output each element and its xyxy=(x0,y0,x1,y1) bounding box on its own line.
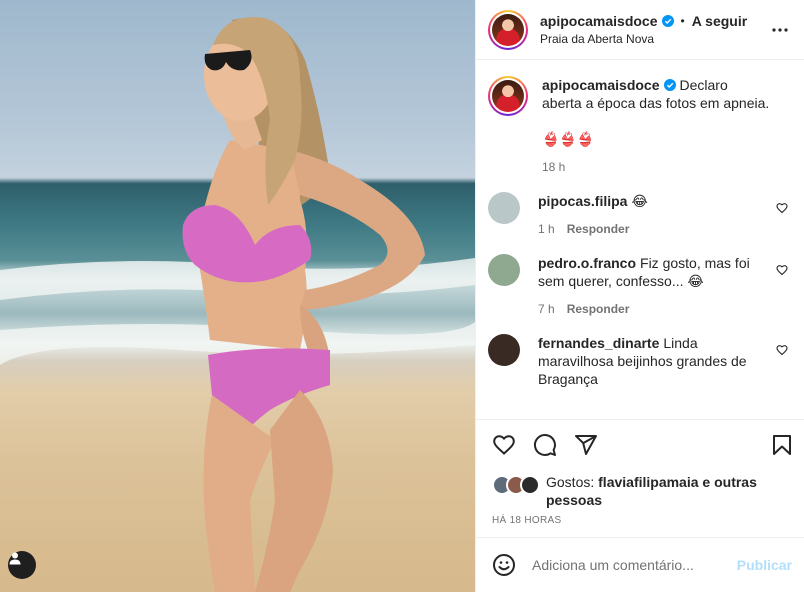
comment-like-heart-icon[interactable] xyxy=(776,264,788,276)
more-horizontal-icon xyxy=(772,28,788,32)
likers-avatars[interactable] xyxy=(492,475,546,495)
commenter-username[interactable]: pedro.o.franco xyxy=(538,255,636,271)
reply-button[interactable]: Responder xyxy=(567,300,630,318)
comment-time[interactable]: 1 h xyxy=(538,220,555,238)
header-separator: • xyxy=(680,13,685,28)
user-tag-icon xyxy=(9,552,21,565)
heart-icon[interactable] xyxy=(492,433,516,457)
commenter-avatar[interactable] xyxy=(488,192,520,224)
comment-body: fernandes_dinarte Linda maravilhosa beiji… xyxy=(538,334,788,388)
likes-text: Gostos: flaviafilipamaia e outras pessoa… xyxy=(546,473,788,509)
caption-avatar-image xyxy=(492,80,524,112)
caption-avatar-border xyxy=(490,78,526,114)
liker-avatar xyxy=(520,475,540,495)
verified-badge-icon xyxy=(663,79,676,91)
caption-time[interactable]: 18 h xyxy=(542,158,565,176)
comment-input[interactable] xyxy=(532,557,737,573)
caption-avatar[interactable] xyxy=(488,76,528,176)
add-comment-bar: Publicar xyxy=(476,537,804,592)
commenter-avatar[interactable] xyxy=(488,254,520,286)
post-photo[interactable] xyxy=(0,0,475,592)
comment-time[interactable]: 7 h xyxy=(538,300,555,318)
commenter-avatar[interactable] xyxy=(488,334,520,366)
comment-item: fernandes_dinarte Linda maravilhosa beiji… xyxy=(488,334,788,388)
reply-button[interactable]: Responder xyxy=(567,220,630,238)
comment-body: pedro.o.franco Fiz gosto, mas foi sem que… xyxy=(538,254,788,318)
author-avatar[interactable] xyxy=(488,9,528,50)
post-side-panel: apipocamaisdoce • A seguir Praia da Aber… xyxy=(475,0,804,592)
comment-meta: 1 h Responder xyxy=(538,220,770,238)
post-header: apipocamaisdoce • A seguir Praia da Aber… xyxy=(476,0,804,60)
more-options-button[interactable] xyxy=(768,18,792,42)
caption-body: apipocamaisdoce Declaro aberta a época da… xyxy=(542,76,788,176)
comment-meta: 7 h Responder xyxy=(538,300,770,318)
user-tag-button[interactable] xyxy=(8,551,36,579)
comment-like-heart-icon[interactable] xyxy=(776,344,788,356)
post-location[interactable]: Praia da Aberta Nova xyxy=(540,30,747,48)
post-timestamp[interactable]: HÁ 18 HORAS xyxy=(476,509,804,537)
caption-avatar-ring xyxy=(488,76,528,116)
comment-like-heart-icon[interactable] xyxy=(776,202,788,214)
caption-meta: 18 h xyxy=(542,158,770,176)
comment-text: 😂 xyxy=(631,193,648,209)
likes-summary: Gostos: flaviafilipamaia e outras pessoa… xyxy=(476,469,804,509)
beach-photo-illustration xyxy=(0,17,475,592)
author-username[interactable]: apipocamaisdoce xyxy=(540,12,658,30)
verified-badge-icon xyxy=(661,14,674,27)
post-caption: apipocamaisdoce Declaro aberta a época da… xyxy=(488,76,788,176)
author-avatar-image xyxy=(492,13,524,46)
following-button[interactable]: A seguir xyxy=(692,12,748,30)
likes-prefix: Gostos: xyxy=(546,474,595,490)
post-viewer: apipocamaisdoce • A seguir Praia da Aber… xyxy=(0,0,804,592)
publish-button[interactable]: Publicar xyxy=(737,557,792,573)
comment-item: pipocas.filipa 😂 1 h Responder xyxy=(488,192,788,238)
smiley-icon[interactable] xyxy=(492,553,516,577)
liker-username[interactable]: flaviafilipamaia xyxy=(598,474,698,490)
bookmark-icon[interactable] xyxy=(770,433,794,457)
comments-list[interactable]: apipocamaisdoce Declaro aberta a época da… xyxy=(476,60,804,419)
caption-username[interactable]: apipocamaisdoce xyxy=(542,77,660,93)
author-avatar-border xyxy=(490,11,526,48)
post-actions-bar xyxy=(476,419,804,469)
header-row: apipocamaisdoce • A seguir xyxy=(540,12,747,30)
comment-item: pedro.o.franco Fiz gosto, mas foi sem que… xyxy=(488,254,788,318)
header-text: apipocamaisdoce • A seguir Praia da Aber… xyxy=(540,12,747,48)
comment-body: pipocas.filipa 😂 1 h Responder xyxy=(538,192,788,238)
comment-bubble-icon[interactable] xyxy=(533,433,557,457)
commenter-username[interactable]: pipocas.filipa xyxy=(538,193,627,209)
caption-emojis: 👙👙👙 xyxy=(542,131,595,147)
commenter-username[interactable]: fernandes_dinarte xyxy=(538,335,659,351)
paper-plane-icon[interactable] xyxy=(574,433,598,457)
